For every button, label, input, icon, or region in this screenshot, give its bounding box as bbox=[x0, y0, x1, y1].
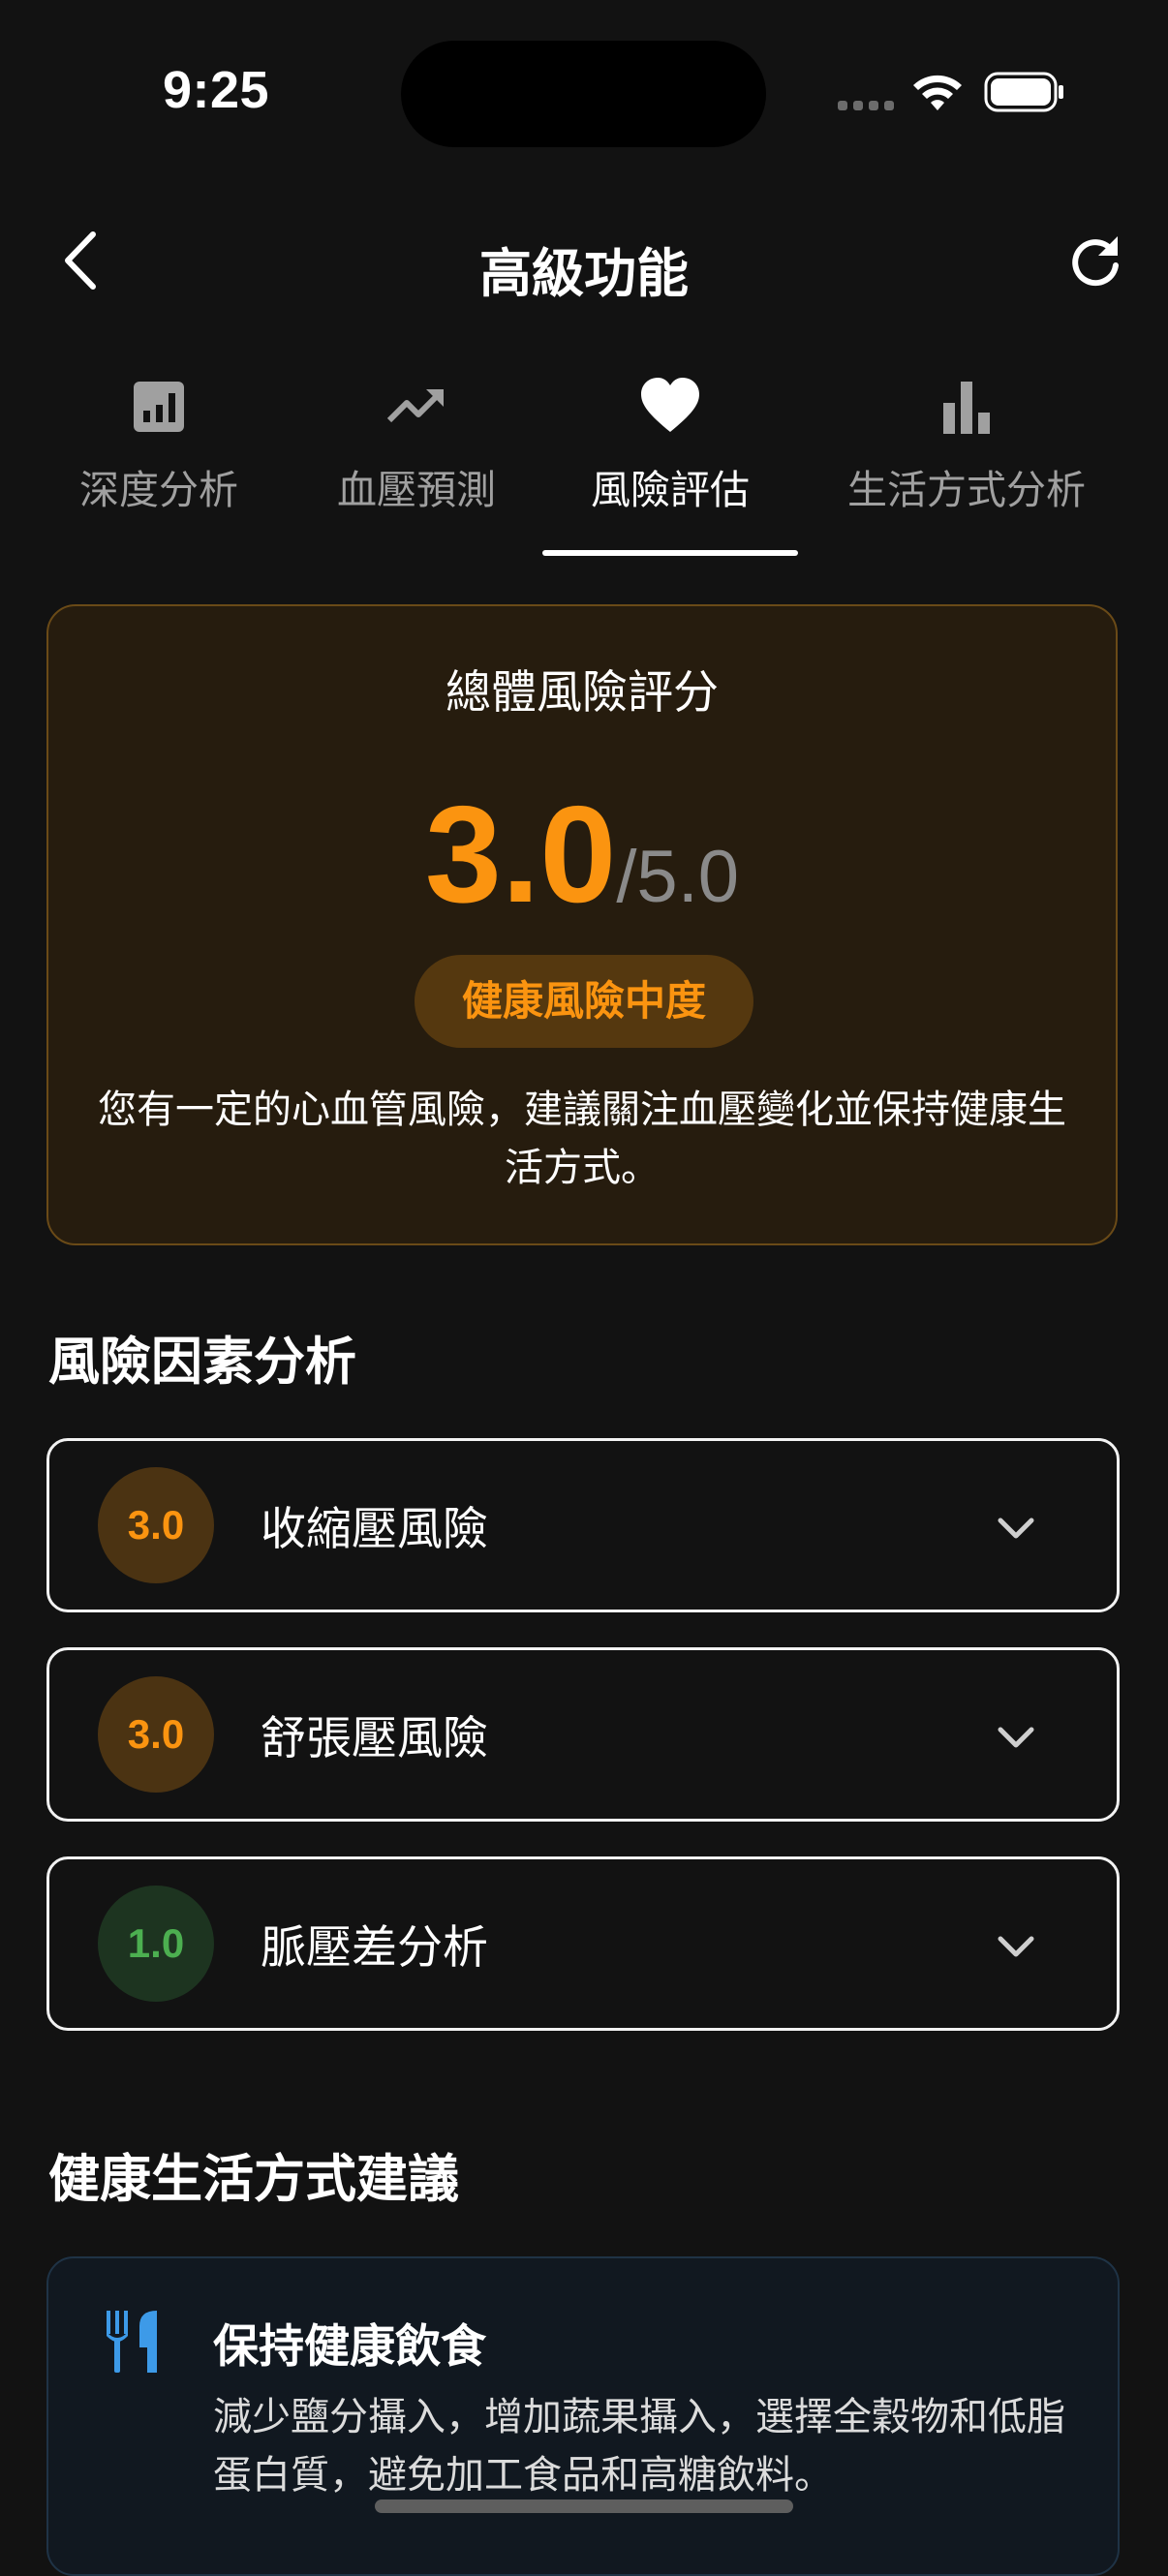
tab-label: 風險評估 bbox=[591, 467, 750, 513]
heart-icon bbox=[641, 378, 699, 432]
refresh-button[interactable] bbox=[1065, 230, 1125, 291]
factor-label: 收縮壓風險 bbox=[261, 1503, 488, 1556]
trending-up-icon bbox=[386, 389, 444, 423]
tab-bp-prediction[interactable]: 血壓預測 bbox=[320, 376, 513, 560]
factor-label: 舒張壓風險 bbox=[261, 1712, 488, 1765]
tab-bar: 深度分析 血壓預測 風險評估 生活方式分析 bbox=[0, 376, 1168, 560]
cellular-signal-icon bbox=[838, 101, 894, 110]
lifestyle-card-diet[interactable]: 保持健康飲食 減少鹽分攝入，增加蔬果攝入，選擇全穀物和低脂蛋白質，避免加工食品和… bbox=[46, 2256, 1120, 2576]
lifestyle-card-title: 保持健康飲食 bbox=[213, 2320, 486, 2374]
analytics-icon bbox=[134, 382, 184, 432]
risk-description: 您有一定的心血管風險，建議關注血壓變化並保持健康生活方式。 bbox=[98, 1088, 1066, 1190]
tab-lifestyle-analysis[interactable]: 生活方式分析 bbox=[839, 376, 1094, 560]
score-value: 3.0 bbox=[424, 778, 617, 932]
score-max: /5.0 bbox=[616, 836, 740, 918]
tab-label: 生活方式分析 bbox=[847, 467, 1086, 513]
chevron-down-icon[interactable] bbox=[991, 1921, 1041, 1972]
wifi-icon bbox=[913, 75, 962, 110]
tab-deep-analysis[interactable]: 深度分析 bbox=[62, 376, 256, 560]
risk-factor-pulse-pressure[interactable]: 1.0 脈壓差分析 bbox=[46, 1856, 1120, 2031]
dynamic-island bbox=[401, 41, 766, 147]
risk-factor-diastolic[interactable]: 3.0 舒張壓風險 bbox=[46, 1647, 1120, 1822]
tab-label: 血壓預測 bbox=[337, 467, 496, 513]
home-indicator[interactable] bbox=[375, 2499, 793, 2513]
utensils-icon bbox=[107, 2311, 157, 2373]
risk-level-badge: 健康風險中度 bbox=[415, 955, 753, 1048]
battery-icon bbox=[984, 72, 1063, 112]
active-tab-indicator bbox=[542, 550, 798, 556]
risk-factor-systolic[interactable]: 3.0 收縮壓風險 bbox=[46, 1438, 1120, 1612]
tab-risk-assessment[interactable]: 風險評估 bbox=[573, 376, 767, 560]
status-bar: 9:25 bbox=[0, 0, 1168, 184]
factor-score-badge: 3.0 bbox=[98, 1467, 214, 1583]
bar-chart-icon bbox=[943, 382, 990, 434]
overall-risk-title: 總體風險評分 bbox=[446, 666, 719, 720]
app-header: 高級功能 bbox=[0, 213, 1168, 310]
lifestyle-card-description: 減少鹽分攝入，增加蔬果攝入，選擇全穀物和低脂蛋白質，避免加工食品和高糖飲料。 bbox=[213, 2395, 1065, 2498]
overall-risk-card: 總體風險評分 3.0/5.0 健康風險中度 您有一定的心血管風險，建議關注血壓變… bbox=[46, 604, 1118, 1245]
page-title: 高級功能 bbox=[479, 243, 689, 304]
factor-label: 脈壓差分析 bbox=[261, 1921, 488, 1975]
chevron-down-icon[interactable] bbox=[991, 1712, 1041, 1763]
lifestyle-heading: 健康生活方式建議 bbox=[48, 2150, 459, 2209]
tab-label: 深度分析 bbox=[79, 467, 238, 513]
factor-score-badge: 1.0 bbox=[98, 1886, 214, 2002]
risk-factors-heading: 風險因素分析 bbox=[48, 1333, 356, 1392]
factor-score-badge: 3.0 bbox=[98, 1676, 214, 1793]
chevron-down-icon[interactable] bbox=[991, 1503, 1041, 1553]
status-time: 9:25 bbox=[163, 61, 270, 119]
overall-risk-score: 3.0/5.0 bbox=[48, 776, 1116, 935]
